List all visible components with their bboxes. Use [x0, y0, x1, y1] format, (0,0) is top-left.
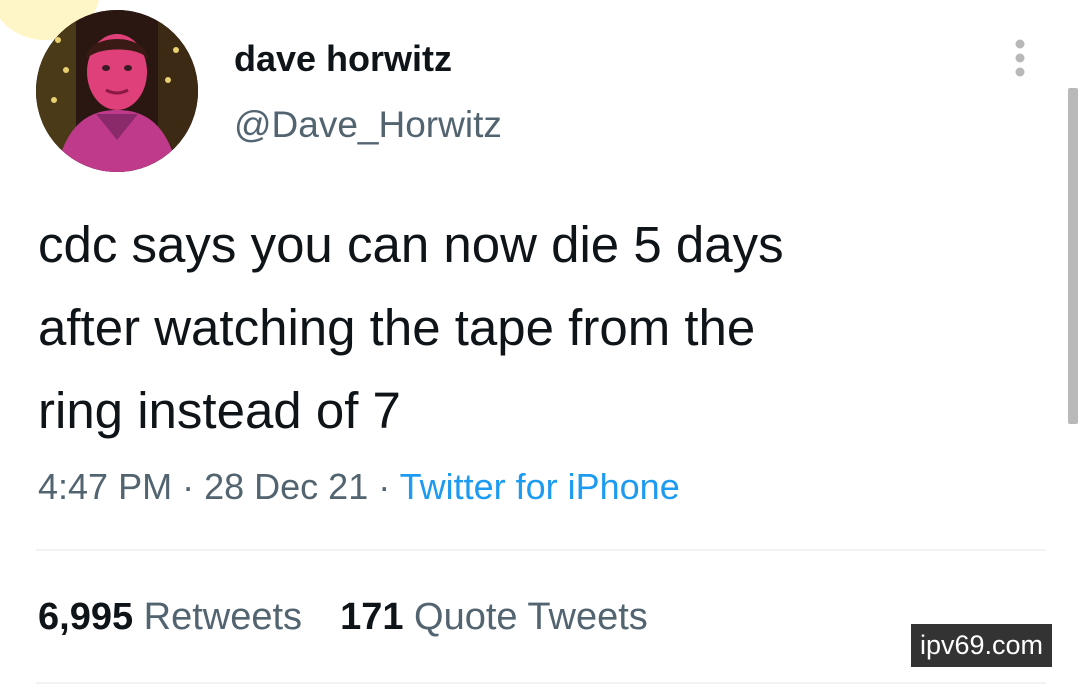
meta-separator: · [182, 466, 195, 507]
more-options-icon[interactable] [1008, 38, 1032, 80]
tweet-stats: 6,995 Retweets 171 Quote Tweets [38, 596, 648, 639]
tweet-metadata: 4:47 PM · 28 Dec 21 · Twitter for iPhone [38, 466, 680, 508]
retweets-count: 6,995 [38, 596, 134, 638]
quote-tweets-count: 171 [340, 596, 404, 638]
profile-photo-icon [36, 10, 198, 172]
tweet-text: cdc says you can now die 5 days after wa… [38, 203, 1038, 452]
tweet-source-link[interactable]: Twitter for iPhone [400, 466, 680, 507]
tweet-date[interactable]: 28 Dec 21 [204, 466, 368, 507]
tweet-text-line: cdc says you can now die 5 days [38, 216, 784, 273]
user-handle[interactable]: @Dave_Horwitz [234, 104, 502, 146]
meta-separator: · [378, 466, 391, 507]
divider [36, 549, 1046, 551]
tweet-time[interactable]: 4:47 PM [38, 466, 172, 507]
quote-tweets-label: Quote Tweets [414, 596, 648, 638]
watermark: ipv69.com [911, 624, 1052, 667]
tweet-text-line: after watching the tape from the [38, 299, 756, 356]
retweets-label: Retweets [143, 596, 303, 638]
tweet-text-line: ring instead of 7 [38, 382, 401, 439]
display-name[interactable]: dave horwitz [234, 38, 452, 80]
avatar[interactable] [36, 10, 198, 172]
retweets-stat[interactable]: 6,995 Retweets [38, 596, 302, 638]
quote-tweets-stat[interactable]: 171 Quote Tweets [340, 596, 648, 638]
scrollbar[interactable] [1068, 88, 1078, 424]
divider [36, 682, 1046, 684]
